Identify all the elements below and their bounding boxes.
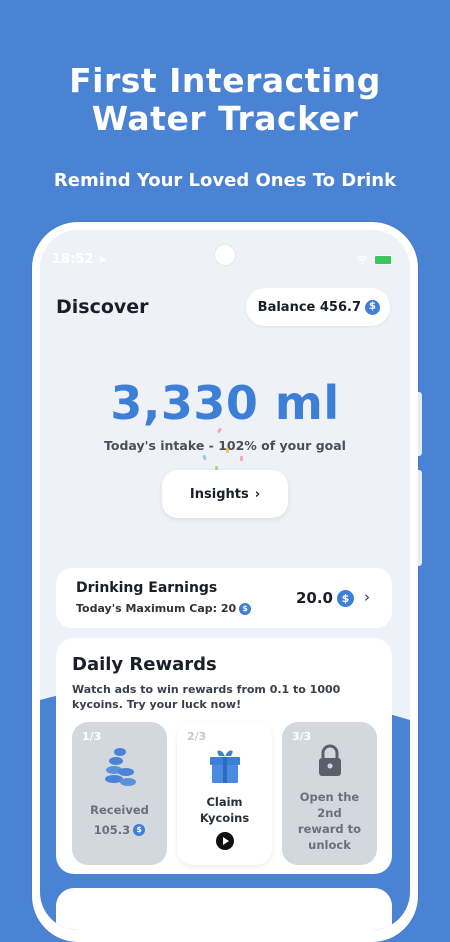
intake-amount: 3,330 ml <box>110 376 340 430</box>
earnings-title: Drinking Earnings <box>76 580 218 596</box>
status-time-text: 18:52 <box>52 252 94 267</box>
chevron-right-icon: › <box>364 588 370 606</box>
tile-step: 2/3 <box>187 730 207 743</box>
reward-tile-received: 1/3 Received 105.3 $ <box>72 722 167 865</box>
phone-side-button-2 <box>418 470 422 566</box>
wifi-icon <box>356 255 368 265</box>
phone-side-button <box>418 392 422 456</box>
gift-icon <box>177 748 272 784</box>
tile-label-line1: Claim <box>206 795 243 809</box>
confetti-piece <box>202 454 207 461</box>
tile-label-line3: reward to <box>297 822 362 836</box>
front-camera <box>214 244 236 266</box>
tile-step: 1/3 <box>82 730 102 743</box>
confetti-piece <box>240 456 243 461</box>
insights-button[interactable]: Insights › <box>162 470 288 518</box>
coin-icon: $ <box>239 602 252 615</box>
earnings-cap-text: Today's Maximum Cap: 20 <box>76 602 237 615</box>
intake-summary: Today's intake - 102% of your goal <box>104 438 346 453</box>
reward-tile-claim[interactable]: 2/3 Claim Kycoins <box>177 722 272 865</box>
promo-title-line2: Water Tracker <box>91 99 359 138</box>
promo-title: First Interacting Water Tracker <box>0 62 450 138</box>
tile-label-line4: unlock <box>308 838 351 852</box>
tile-label-line1: Open the <box>299 790 360 804</box>
page-title: Discover <box>56 296 149 318</box>
reward-tile-locked: 3/3 Open the 2nd reward to unlock <box>282 722 377 865</box>
insights-label: Insights <box>189 486 249 502</box>
app-screen: 18:52 ➤ Discover Balance 456.7 $ 3,330 m… <box>40 230 410 930</box>
balance-badge[interactable]: Balance 456.7 $ <box>245 288 390 326</box>
promo-subtitle: Remind Your Loved Ones To Drink <box>53 170 397 191</box>
next-card-partial <box>56 888 392 930</box>
rewards-title: Daily Rewards <box>72 654 217 675</box>
coin-icon: $ <box>365 299 380 315</box>
status-time: 18:52 ➤ <box>52 252 107 267</box>
rewards-description: Watch ads to win rewards from 0.1 to 100… <box>72 683 341 711</box>
coin-icon: $ <box>337 589 354 607</box>
battery-icon <box>374 255 392 265</box>
tile-amount: 105.3 $ <box>76 822 163 838</box>
confetti-piece <box>216 427 223 434</box>
balance-text: Balance 456.7 <box>257 299 361 315</box>
tile-label: Received <box>90 803 149 817</box>
earnings-value: 20.0 $ <box>296 589 354 607</box>
status-icons <box>356 255 392 265</box>
confetti-piece <box>226 448 229 453</box>
chevron-right-icon: › <box>254 486 261 502</box>
coin-stack-icon <box>72 746 167 790</box>
earnings-cap: Today's Maximum Cap: 20 $ <box>76 602 252 615</box>
tile-step: 3/3 <box>292 730 312 743</box>
tile-label-line2: 2nd <box>317 806 342 820</box>
coin-icon: $ <box>133 824 146 836</box>
promo-title-line1: First Interacting <box>69 61 381 100</box>
tile-label-line2: Kycoins <box>199 811 250 825</box>
daily-rewards-card: Daily Rewards Watch ads to win rewards f… <box>56 638 392 874</box>
earnings-value-text: 20.0 <box>295 589 333 607</box>
play-icon <box>177 832 272 850</box>
tile-amount-text: 105.3 <box>93 823 131 837</box>
location-arrow-icon: ➤ <box>97 253 108 266</box>
drinking-earnings-card[interactable]: Drinking Earnings Today's Maximum Cap: 2… <box>56 568 392 628</box>
lock-icon <box>282 744 377 778</box>
